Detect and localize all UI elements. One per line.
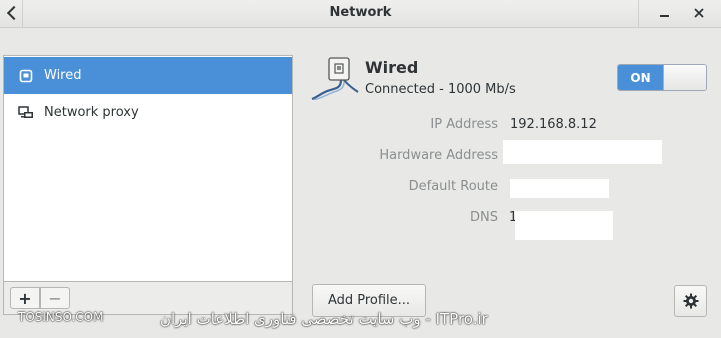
sidebar-item-label: Wired <box>44 68 82 83</box>
add-device-button[interactable]: + <box>10 287 40 309</box>
default-route-label: Default Route <box>408 179 498 194</box>
wired-connection-icon <box>311 56 363 101</box>
gear-icon <box>683 293 698 309</box>
ip-address-label: IP Address <box>430 117 498 132</box>
title-bar: Network <box>0 0 721 28</box>
default-route-value <box>510 179 609 198</box>
dns-label: DNS <box>470 210 498 225</box>
ip-address-value: 192.168.8.12 <box>510 117 597 132</box>
switch-on-label: ON <box>618 65 663 90</box>
hardware-address-value <box>503 140 662 164</box>
minimize-button[interactable] <box>653 2 675 24</box>
hardware-address-label: Hardware Address <box>379 148 498 163</box>
sidebar-item-wired[interactable]: Wired <box>4 57 292 94</box>
network-proxy-icon <box>18 105 34 121</box>
sidebar-item-label: Network proxy <box>44 105 139 120</box>
connection-status: Connected - 1000 Mb/s <box>365 82 516 97</box>
settings-button[interactable] <box>674 285 707 317</box>
close-icon <box>694 8 704 18</box>
title-bar-separator <box>638 0 639 28</box>
watermark-right: ITPro.ir - وب سایت تخصصی فناوری اطلاعات … <box>160 310 488 328</box>
ethernet-icon <box>18 68 34 84</box>
dns-value-redaction <box>515 211 613 240</box>
device-list: Wired Network proxy <box>3 55 293 282</box>
watermark-left: TOSINSO.COM <box>18 310 104 324</box>
remove-device-button[interactable]: − <box>40 287 70 309</box>
close-button[interactable] <box>688 2 710 24</box>
sidebar-item-network-proxy[interactable]: Network proxy <box>4 94 292 131</box>
switch-knob[interactable] <box>663 65 706 90</box>
device-name: Wired <box>365 58 419 77</box>
window-title: Network <box>329 5 392 20</box>
device-power-switch[interactable]: ON <box>617 64 707 91</box>
